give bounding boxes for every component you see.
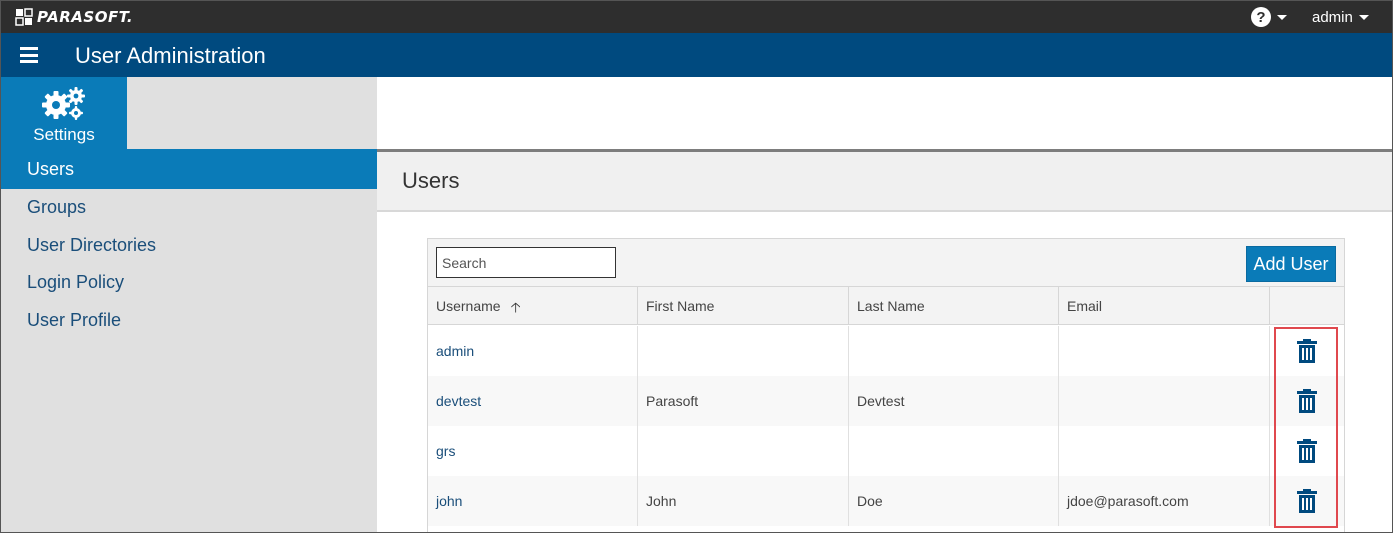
column-header-first-name[interactable]: First Name — [638, 287, 849, 325]
column-header-email[interactable]: Email — [1059, 287, 1270, 325]
column-header-label: Email — [1067, 298, 1103, 314]
sidebar-nav: Users Groups User Directories Login Poli… — [1, 149, 377, 339]
table-toolbar: Add User — [428, 239, 1344, 287]
search-input[interactable] — [436, 247, 616, 278]
top-bar: PARASOFT. ? admin — [1, 1, 1392, 33]
delete-user-button[interactable] — [1270, 426, 1344, 476]
sidebar: Settings Users Groups User Directories L… — [1, 77, 377, 532]
parasoft-logo[interactable]: PARASOFT. — [15, 8, 133, 26]
chevron-down-icon — [1358, 15, 1369, 20]
last-name-cell: Doe — [849, 476, 1059, 526]
last-name-cell — [849, 326, 1059, 376]
column-header-label: Username — [436, 298, 501, 314]
users-table: Add User Username 🡡 First Name Last Name… — [427, 238, 1345, 532]
table-row: admin — [428, 326, 1344, 376]
last-name-cell: Devtest — [849, 376, 1059, 426]
first-name-cell: Parasoft — [638, 376, 849, 426]
main-content: Users Add User Username 🡡 First Name Las… — [377, 77, 1392, 532]
trash-icon — [1297, 339, 1317, 363]
delete-user-button[interactable] — [1270, 476, 1344, 526]
sidebar-item-users[interactable]: Users — [1, 149, 377, 189]
table-header: Username 🡡 First Name Last Name Email — [428, 287, 1344, 325]
column-header-username[interactable]: Username 🡡 — [428, 287, 638, 325]
first-name-cell — [638, 426, 849, 476]
settings-label: Settings — [33, 125, 95, 144]
first-name-cell: John — [638, 476, 849, 526]
section-title: Users — [402, 168, 460, 193]
email-cell: jdoe@parasoft.com — [1059, 476, 1270, 526]
logo-text: PARASOFT. — [37, 8, 134, 26]
add-user-button[interactable]: Add User — [1246, 246, 1336, 282]
table-row: john John Doe jdoe@parasoft.com — [428, 476, 1344, 526]
settings-tile[interactable]: Settings — [1, 77, 127, 149]
delete-user-button[interactable] — [1270, 376, 1344, 426]
column-header-label: Last Name — [857, 298, 925, 314]
email-cell — [1059, 326, 1270, 376]
column-header-last-name[interactable]: Last Name — [849, 287, 1059, 325]
trash-icon — [1297, 389, 1317, 413]
table-row: devtest Parasoft Devtest — [428, 376, 1344, 426]
username-link[interactable]: john — [428, 476, 638, 526]
arrow-up-icon: 🡡 — [510, 299, 521, 315]
sidebar-item-login-policy[interactable]: Login Policy — [1, 264, 377, 302]
hamburger-icon[interactable] — [20, 47, 38, 63]
sidebar-item-user-directories[interactable]: User Directories — [1, 227, 377, 265]
username-link[interactable]: devtest — [428, 376, 638, 426]
trash-icon — [1297, 439, 1317, 463]
parasoft-logo-icon — [15, 8, 33, 26]
user-menu-label: admin — [1312, 9, 1353, 26]
sidebar-item-user-profile[interactable]: User Profile — [1, 302, 377, 340]
email-cell — [1059, 426, 1270, 476]
first-name-cell — [638, 326, 849, 376]
column-header-actions — [1270, 287, 1344, 325]
app-header: User Administration — [1, 33, 1392, 77]
username-link[interactable]: admin — [428, 326, 638, 376]
chevron-down-icon — [1277, 14, 1287, 20]
section-header: Users — [377, 152, 1392, 212]
table-row: grs — [428, 426, 1344, 476]
email-cell — [1059, 376, 1270, 426]
help-menu[interactable]: ? — [1251, 7, 1287, 27]
last-name-cell — [849, 426, 1059, 476]
app-window: PARASOFT. ? admin User Administration Se… — [0, 0, 1393, 533]
question-circle-icon: ? — [1251, 7, 1271, 27]
gears-icon — [42, 87, 85, 120]
column-header-label: First Name — [646, 298, 715, 314]
user-menu[interactable]: admin — [1312, 9, 1369, 26]
username-link[interactable]: grs — [428, 426, 638, 476]
delete-user-button[interactable] — [1270, 326, 1344, 376]
trash-icon — [1297, 489, 1317, 513]
sidebar-item-groups[interactable]: Groups — [1, 189, 377, 227]
page-title: User Administration — [75, 43, 266, 68]
